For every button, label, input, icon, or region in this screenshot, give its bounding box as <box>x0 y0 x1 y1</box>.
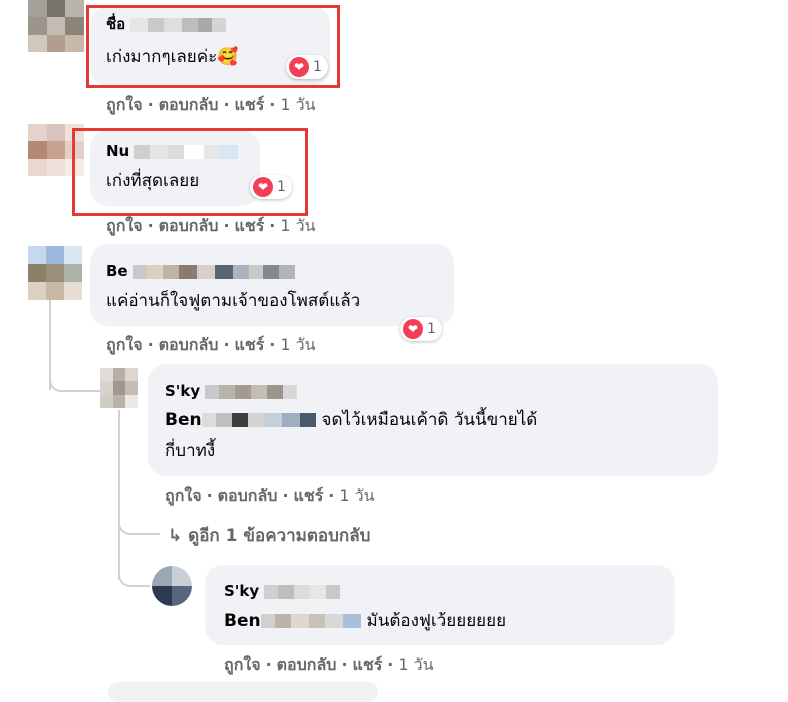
heart-reaction-icon: ❤ <box>403 319 423 339</box>
like-link[interactable]: ถูกใจ <box>224 655 261 674</box>
comment-actions: ถูกใจ · ตอบกลับ · แชร์ · 1 วัน <box>106 95 316 114</box>
reply-link[interactable]: ตอบกลับ <box>159 216 219 235</box>
highlight-box <box>86 5 340 88</box>
like-link[interactable]: ถูกใจ <box>106 95 143 114</box>
comment-bubble <box>205 565 675 645</box>
thread-connector-reply-1 <box>49 340 101 392</box>
avatar[interactable] <box>100 368 138 408</box>
comment-author[interactable]: S'ky <box>224 582 341 600</box>
highlight-box <box>72 128 308 216</box>
next-comment-bubble-partial <box>108 682 378 702</box>
avatar[interactable] <box>28 0 84 52</box>
comment-actions: ถูกใจ · ตอบกลับ · แชร์ · 1 วัน <box>106 335 316 354</box>
thread-connector-reply-2 <box>118 545 150 587</box>
comment-actions: ถูกใจ · ตอบกลับ · แชร์ · 1 วัน <box>224 655 434 674</box>
share-link[interactable]: แชร์ <box>235 216 265 235</box>
comment-text: Ben มันต้องฟูเว้ยยยยยย <box>224 611 507 631</box>
timestamp[interactable]: 1 วัน <box>280 95 315 114</box>
reply-arrow-icon: ↳ <box>168 526 183 546</box>
comment-actions: ถูกใจ · ตอบกลับ · แชร์ · 1 วัน <box>106 216 316 235</box>
timestamp[interactable]: 1 วัน <box>398 655 433 674</box>
like-link[interactable]: ถูกใจ <box>106 335 143 354</box>
reply-link[interactable]: ตอบกลับ <box>218 486 278 505</box>
avatar[interactable] <box>152 566 192 606</box>
reply-link[interactable]: ตอบกลับ <box>159 95 219 114</box>
comment-text: Ben จดไว้เหมือนเค้าดิ วันนี้ขายได้ <box>165 410 538 430</box>
timestamp[interactable]: 1 วัน <box>280 216 315 235</box>
share-link[interactable]: แชร์ <box>235 335 265 354</box>
view-more-label: ดูอีก 1 ข้อความตอบกลับ <box>188 526 371 546</box>
comment-text: แค่อ่านก็ใจฟูตามเจ้าของโพสต์แล้ว <box>106 291 361 311</box>
timestamp[interactable]: 1 วัน <box>280 335 315 354</box>
like-link[interactable]: ถูกใจ <box>106 216 143 235</box>
comment-bubble <box>90 244 454 326</box>
comment-author[interactable]: S'ky <box>165 382 298 400</box>
timestamp[interactable]: 1 วัน <box>339 486 374 505</box>
thread-connector-view-more <box>118 505 160 535</box>
reply-link[interactable]: ตอบกลับ <box>159 335 219 354</box>
share-link[interactable]: แชร์ <box>294 486 324 505</box>
share-link[interactable]: แชร์ <box>353 655 383 674</box>
comment-actions: ถูกใจ · ตอบกลับ · แชร์ · 1 วัน <box>165 486 375 505</box>
view-more-replies-link[interactable]: ↳ ดูอีก 1 ข้อความตอบกลับ <box>168 522 370 549</box>
avatar[interactable] <box>28 246 82 300</box>
comment-author[interactable]: Be <box>106 262 295 280</box>
reply-link[interactable]: ตอบกลับ <box>277 655 337 674</box>
comment-text-line2: กี่บาทงี้ <box>165 441 216 461</box>
share-link[interactable]: แชร์ <box>235 95 265 114</box>
reaction-badge[interactable]: ❤ 1 <box>400 317 442 341</box>
like-link[interactable]: ถูกใจ <box>165 486 202 505</box>
